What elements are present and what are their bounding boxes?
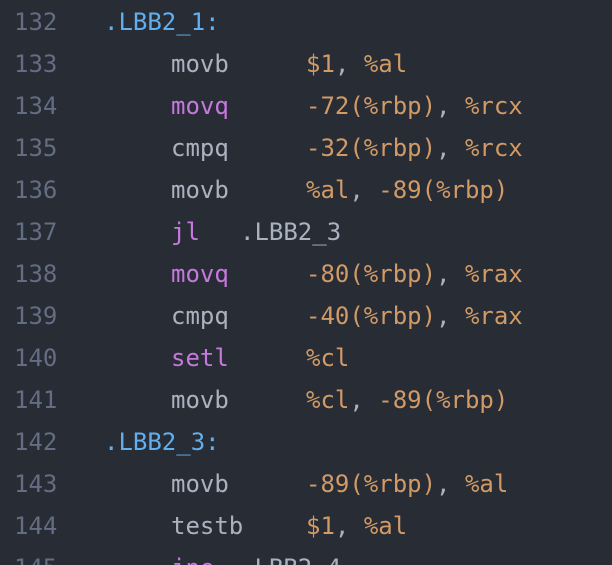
instruction-operands: -80(%rbp), %rax [306,253,523,295]
instruction-mnemonic: testb [171,512,244,540]
instruction-mnemonic: movb [171,176,229,204]
instruction-operands: $1, %al [306,43,407,85]
code-line[interactable]: 135 cmpq -32(%rbp), %rcx [0,127,612,169]
operand-destination: -89(%rbp) [378,386,509,414]
instruction-mnemonic: cmpq [171,302,229,330]
line-number: 141 [14,386,58,414]
operand-separator: , [436,260,465,288]
instruction-mnemonic: movb [171,386,229,414]
operand-source: -40(%rbp) [306,302,437,330]
line-number: 136 [14,176,58,204]
code-line[interactable]: 145 jne .LBB2_4 [0,547,612,565]
code-line[interactable]: 139 cmpq -40(%rbp), %rax [0,295,612,337]
operand-separator: , [334,512,364,540]
code-line[interactable]: 144 testb $1, %al [0,505,612,547]
line-number: 139 [14,302,58,330]
operand-source: $1 [306,50,335,78]
code-line[interactable]: 141 movb %cl, -89(%rbp) [0,379,612,421]
instruction-operands: %al, -89(%rbp) [306,169,508,211]
asm-label: .LBB2_3: [104,428,220,456]
operand-destination: %al [363,512,408,540]
instruction-mnemonic: jl [171,218,200,246]
jump-target: .LBB2_4 [240,547,341,565]
instruction-mnemonic: jne [171,547,214,565]
operand-separator: , [349,176,379,204]
operand-source: %cl [306,344,350,372]
operand-separator: , [436,134,465,162]
line-number: 140 [14,344,58,372]
instruction-operands: %cl, -89(%rbp) [306,379,508,421]
line-number: 142 [14,428,58,456]
operand-source: -80(%rbp) [306,260,437,288]
code-line[interactable]: 134 movq -72(%rbp), %rcx [0,85,612,127]
code-line[interactable]: 136 movb %al, -89(%rbp) [0,169,612,211]
code-line[interactable]: 137 jl .LBB2_3 [0,211,612,253]
code-line[interactable]: 142 .LBB2_3: [0,421,612,463]
line-number: 145 [14,547,57,565]
instruction-operands: -89(%rbp), %al [306,463,508,505]
operand-separator: , [436,92,465,120]
operand-source: -89(%rbp) [306,470,437,498]
operand-destination: %rax [464,302,523,330]
instruction-operands: -72(%rbp), %rcx [306,85,523,127]
instruction-mnemonic: setl [171,344,229,372]
instruction-mnemonic: movq [171,260,229,288]
line-number: 143 [14,470,58,498]
code-line[interactable]: 138 movq -80(%rbp), %rax [0,253,612,295]
code-editor[interactable]: 132 .LBB2_1: 133 movb $1, %al 134 movq -… [0,0,612,565]
line-number: 132 [14,8,58,36]
instruction-operands: -32(%rbp), %rcx [306,127,523,169]
operand-source: %al [306,176,350,204]
operand-destination: %rcx [464,92,523,120]
operand-destination: %rcx [464,134,523,162]
code-line[interactable]: 133 movb $1, %al [0,43,612,85]
line-number: 135 [14,134,58,162]
operand-source: $1 [306,512,335,540]
operand-destination: -89(%rbp) [378,176,509,204]
instruction-operands: -40(%rbp), %rax [306,295,523,337]
operand-separator: , [436,470,465,498]
line-number: 138 [14,260,58,288]
operand-source: -32(%rbp) [306,134,437,162]
instruction-operands: $1, %al [306,505,407,547]
instruction-mnemonic: movb [171,470,229,498]
operand-separator: , [436,302,465,330]
line-number: 137 [14,218,58,246]
instruction-mnemonic: movb [171,50,229,78]
jump-target: .LBB2_3 [240,218,342,246]
line-number: 134 [14,92,58,120]
instruction-operands: %cl [306,337,349,379]
operand-source: -72(%rbp) [306,92,437,120]
operand-separator: , [349,386,379,414]
instruction-mnemonic: cmpq [171,134,229,162]
operand-destination: %al [363,50,408,78]
operand-destination: %al [464,470,509,498]
instruction-mnemonic: movq [171,92,229,120]
asm-label: .LBB2_1: [104,8,220,36]
line-number: 144 [14,512,58,540]
operand-separator: , [334,50,364,78]
code-line[interactable]: 140 setl %cl [0,337,612,379]
code-line[interactable]: 132 .LBB2_1: [0,1,612,43]
operand-source: %cl [306,386,350,414]
code-line[interactable]: 143 movb -89(%rbp), %al [0,463,612,505]
line-number: 133 [14,50,58,78]
operand-destination: %rax [464,260,523,288]
